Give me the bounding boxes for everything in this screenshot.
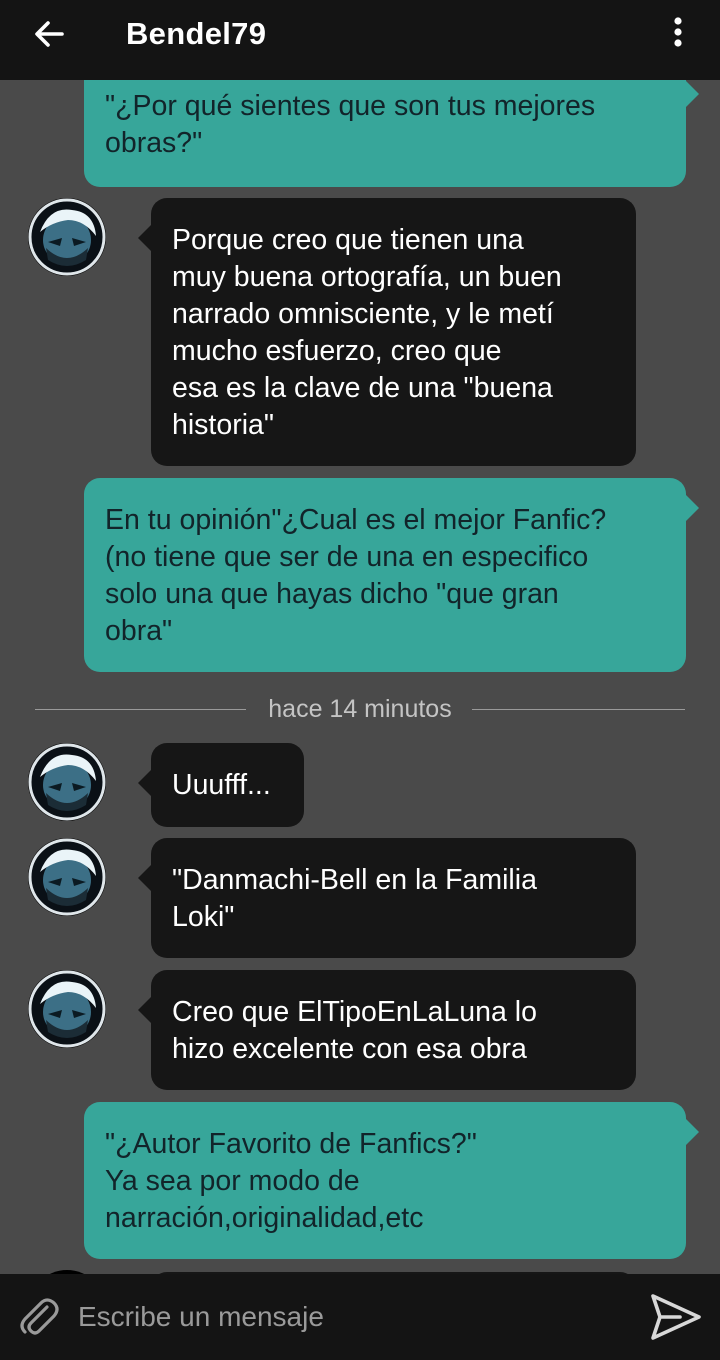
more-vertical-icon <box>674 17 682 47</box>
avatar[interactable] <box>28 198 106 276</box>
top-app-bar: Bendel79 <box>0 0 720 80</box>
user-avatar-icon <box>28 838 106 916</box>
outgoing-message[interactable]: "¿Por qué sientes que son tus mejores ob… <box>84 80 699 187</box>
send-icon <box>651 1294 701 1340</box>
more-options-button[interactable] <box>660 12 696 52</box>
divider-line <box>472 709 685 710</box>
arrow-left-icon <box>35 21 64 47</box>
attach-button[interactable] <box>16 1294 62 1340</box>
incoming-message[interactable]: "Danmachi-Bell en la Familia Loki" <box>138 838 636 958</box>
outgoing-message[interactable]: En tu opinión"¿Cual es el mejor Fanfic? … <box>84 478 699 672</box>
incoming-message[interactable]: Creo que ElTipoEnLaLuna lo hizo excelent… <box>138 970 636 1090</box>
message-composer <box>0 1274 720 1360</box>
incoming-message[interactable]: Uuufff... <box>138 743 304 827</box>
avatar[interactable] <box>28 970 106 1048</box>
send-button[interactable] <box>650 1292 702 1342</box>
message-list[interactable]: "¿Por qué sientes que son tus mejores ob… <box>0 80 720 1274</box>
message-input[interactable] <box>78 1294 618 1340</box>
chat-title[interactable]: Bendel79 <box>126 14 266 54</box>
avatar[interactable] <box>28 838 106 916</box>
timestamp-divider: hace 14 minutos <box>0 694 720 724</box>
user-avatar-icon <box>28 743 106 821</box>
paperclip-icon <box>20 1298 59 1335</box>
user-avatar-icon <box>28 198 106 276</box>
avatar[interactable] <box>28 743 106 821</box>
outgoing-message[interactable]: "¿Autor Favorito de Fanfics?" Ya sea por… <box>84 1102 699 1259</box>
incoming-message[interactable]: Porque creo que tienen una muy buena ort… <box>138 198 636 466</box>
back-button[interactable] <box>28 14 72 54</box>
user-avatar-icon <box>28 970 106 1048</box>
